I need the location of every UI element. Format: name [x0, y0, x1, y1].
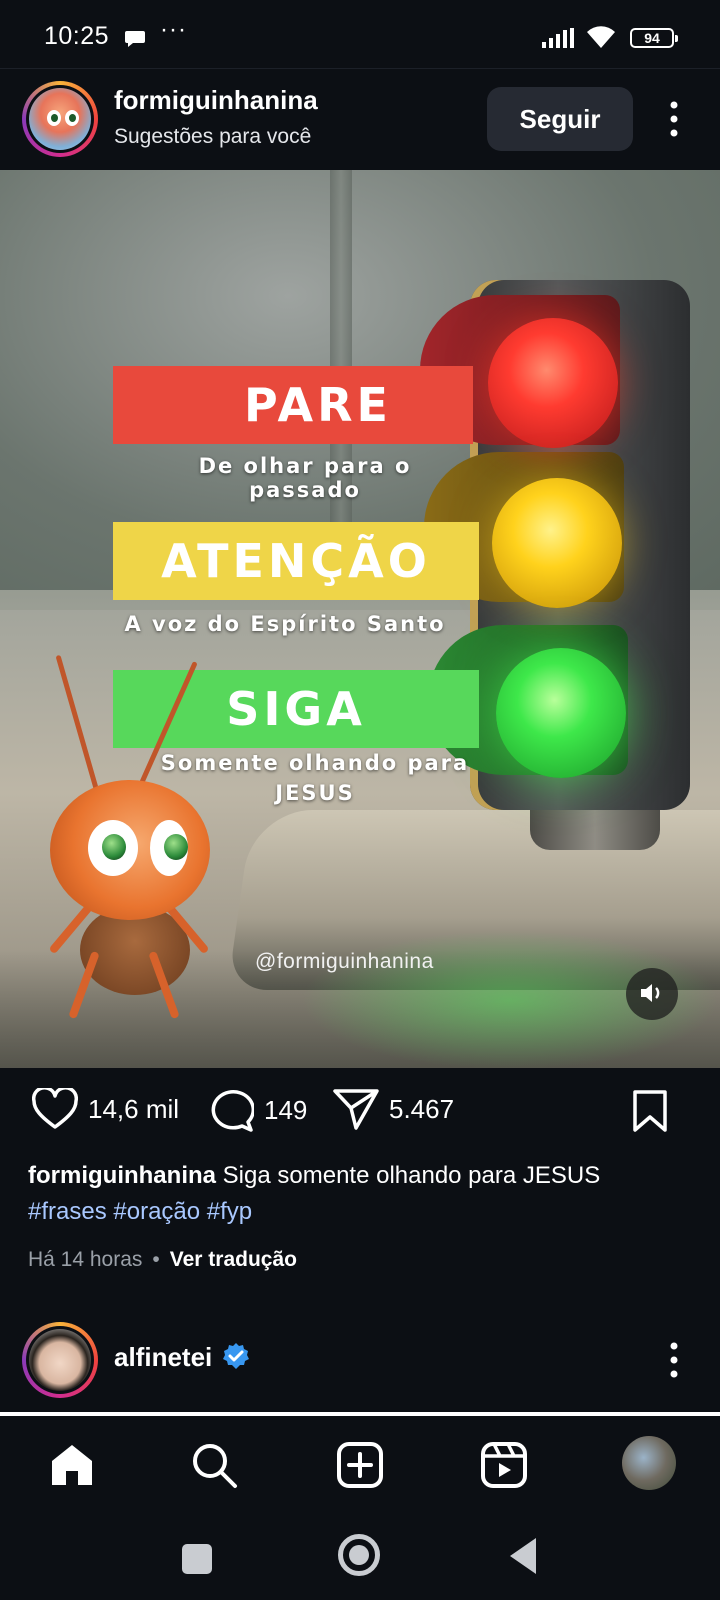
bottom-navigation	[0, 1416, 720, 1516]
red-light	[488, 318, 618, 448]
pare-caption: De olhar para o passado	[198, 454, 412, 502]
post-image[interactable]: PARE De olhar para o passado ATENÇÃO A v…	[0, 170, 720, 1068]
avatar[interactable]	[22, 81, 98, 157]
nav-search[interactable]	[188, 1440, 240, 1492]
post-username[interactable]: formiguinhanina	[114, 85, 318, 116]
hashtag[interactable]: #oração	[113, 1198, 200, 1225]
next-post-username[interactable]: alfinetei	[114, 1342, 212, 1373]
nav-profile-avatar[interactable]	[622, 1436, 676, 1490]
verified-badge-icon	[223, 1343, 249, 1369]
search-icon	[193, 1443, 237, 1488]
wifi-icon	[587, 26, 615, 48]
status-bar: 10:25 ··· 94	[0, 0, 720, 68]
nav-create[interactable]	[334, 1440, 386, 1492]
suggestion-subtitle: Sugestões para você	[114, 125, 312, 148]
signal-icon	[542, 28, 574, 48]
sound-toggle[interactable]	[626, 968, 678, 1020]
hashtag[interactable]: #frases	[28, 1198, 107, 1225]
send-icon	[333, 1089, 379, 1130]
banner-pare: PARE	[113, 366, 473, 444]
more-options-icon[interactable]	[664, 99, 684, 139]
heart-icon	[32, 1088, 78, 1129]
plus-square-icon	[337, 1441, 383, 1488]
nav-home[interactable]	[46, 1440, 98, 1492]
share-button[interactable]: 5.467	[333, 1088, 454, 1130]
meta-separator: •	[152, 1248, 160, 1271]
avatar-image	[29, 1329, 91, 1391]
image-watermark: @formiguinhanina	[255, 950, 434, 973]
follow-button[interactable]: Seguir	[487, 87, 633, 151]
more-options-icon[interactable]	[664, 1340, 684, 1380]
home-icon	[52, 1444, 92, 1485]
next-post-header: alfinetei	[0, 1318, 720, 1408]
comment-count: 149	[264, 1094, 308, 1125]
post-caption: formiguinhanina Siga somente olhando par…	[28, 1158, 708, 1230]
post-header: formiguinhanina Sugestões para você Segu…	[0, 68, 720, 170]
caption-username[interactable]: formiguinhanina	[28, 1162, 216, 1189]
recent-apps-button[interactable]	[182, 1544, 212, 1574]
comment-button[interactable]: 149	[208, 1088, 307, 1132]
comment-icon	[211, 1090, 254, 1132]
bookmark-icon	[633, 1090, 667, 1132]
caption-text: Siga somente olhando para JESUS	[222, 1162, 601, 1189]
avatar-image	[29, 88, 91, 150]
post-actions: 14,6 mil 149 5.467	[0, 1068, 720, 1148]
system-navigation	[0, 1516, 720, 1600]
volume-icon	[641, 983, 660, 1002]
post-meta: Há 14 horas • Ver tradução	[28, 1248, 297, 1272]
yellow-light	[492, 478, 622, 608]
system-home-button[interactable]	[338, 1534, 380, 1576]
like-button[interactable]: 14,6 mil	[32, 1088, 179, 1130]
battery-icon: 94	[630, 28, 678, 48]
ant-character	[40, 650, 220, 1030]
avatar[interactable]	[22, 1322, 98, 1398]
message-notification-icon	[125, 31, 145, 47]
like-count: 14,6 mil	[88, 1093, 180, 1124]
hashtag[interactable]: #fyp	[207, 1198, 252, 1225]
save-button[interactable]	[632, 1090, 668, 1132]
reels-icon	[481, 1441, 527, 1488]
status-time: 10:25	[44, 22, 110, 50]
see-translation-link[interactable]: Ver tradução	[170, 1248, 297, 1271]
green-light	[496, 648, 626, 778]
share-count: 5.467	[389, 1093, 455, 1124]
nav-reels[interactable]	[478, 1440, 530, 1492]
back-button[interactable]	[510, 1538, 536, 1574]
atencao-caption: A voz do Espírito Santo	[124, 612, 446, 636]
banner-atencao: ATENÇÃO	[113, 522, 479, 600]
more-notifications-icon: ···	[160, 16, 187, 43]
post-time: Há 14 horas	[28, 1248, 143, 1271]
